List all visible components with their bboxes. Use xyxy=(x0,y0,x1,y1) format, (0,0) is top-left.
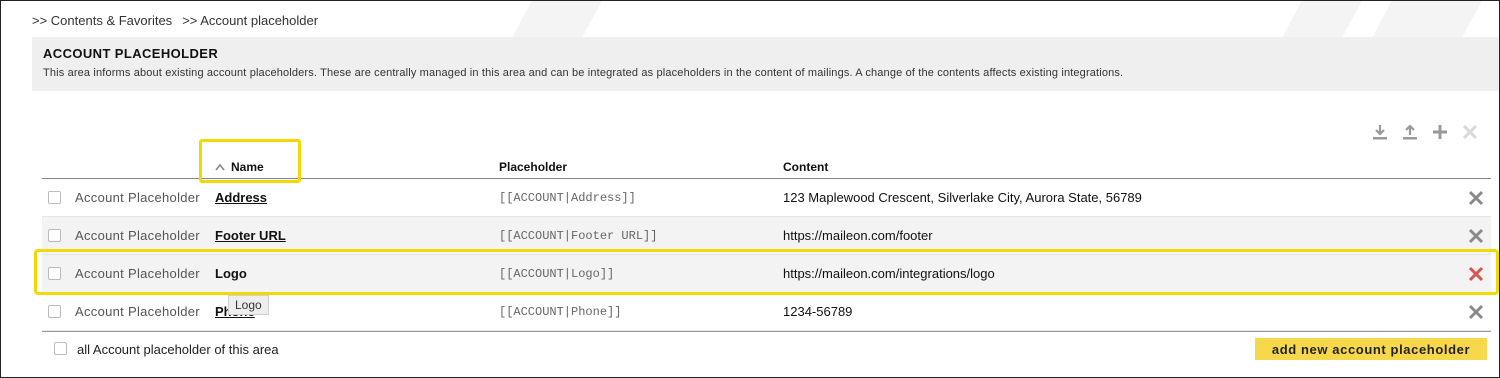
row-placeholder: [[ACCOUNT|Logo]] xyxy=(499,267,615,281)
sort-ascending-icon xyxy=(215,163,225,171)
table-footer: all Account placeholder of this area add… xyxy=(42,331,1491,365)
column-header-placeholder[interactable]: Placeholder xyxy=(499,160,567,174)
background-shape xyxy=(510,1,602,41)
placeholder-table: Name Placeholder Content Account Placeho… xyxy=(42,151,1491,365)
row-placeholder: [[ACCOUNT|Phone]] xyxy=(499,305,622,319)
row-checkbox[interactable] xyxy=(48,229,61,242)
delete-icon[interactable] xyxy=(1467,227,1485,245)
row-content: https://maileon.com/footer xyxy=(783,228,933,243)
row-type: Account Placeholder xyxy=(75,304,200,319)
upload-icon[interactable] xyxy=(1401,123,1419,141)
add-placeholder-button[interactable]: add new account placeholder xyxy=(1255,338,1487,360)
breadcrumb-item-contents-favorites[interactable]: >> Contents & Favorites xyxy=(32,13,172,28)
column-header-name[interactable]: Name xyxy=(215,160,264,174)
select-all-label: all Account placeholder of this area xyxy=(77,342,279,357)
row-checkbox[interactable] xyxy=(48,267,61,280)
column-header-content[interactable]: Content xyxy=(783,160,828,174)
page-description: This area informs about existing account… xyxy=(43,67,1124,79)
row-checkbox[interactable] xyxy=(48,305,61,318)
close-icon[interactable] xyxy=(1461,123,1479,141)
table-row[interactable]: Account Placeholder Logo [[ACCOUNT|Logo]… xyxy=(42,255,1491,293)
background-shape xyxy=(1280,1,1362,41)
background-shape xyxy=(1370,1,1482,41)
row-placeholder: [[ACCOUNT|Footer URL]] xyxy=(499,229,658,243)
delete-icon[interactable] xyxy=(1467,189,1485,207)
delete-icon[interactable] xyxy=(1467,303,1485,321)
column-header-name-label: Name xyxy=(231,160,264,174)
breadcrumb-item-account-placeholder[interactable]: >> Account placeholder xyxy=(182,13,318,28)
table-row[interactable]: Account Placeholder Footer URL [[ACCOUNT… xyxy=(42,217,1491,255)
row-name-link[interactable]: Footer URL xyxy=(215,228,286,243)
info-box: ACCOUNT PLACEHOLDER This area informs ab… xyxy=(32,37,1499,91)
row-type: Account Placeholder xyxy=(75,266,200,281)
row-name-link[interactable]: Logo xyxy=(215,266,247,281)
row-checkbox[interactable] xyxy=(48,191,61,204)
row-content: 1234-56789 xyxy=(783,304,853,319)
row-content: 123 Maplewood Crescent, Silverlake City,… xyxy=(783,190,1142,205)
table-row[interactable]: Account Placeholder Address [[ACCOUNT|Ad… xyxy=(42,179,1491,217)
download-icon[interactable] xyxy=(1371,123,1389,141)
table-header: Name Placeholder Content xyxy=(42,151,1491,179)
page-title: ACCOUNT PLACEHOLDER xyxy=(43,46,219,61)
tooltip: Logo xyxy=(228,295,269,315)
app-frame: >> Contents & Favorites >> Account place… xyxy=(0,0,1500,378)
plus-icon[interactable] xyxy=(1431,123,1449,141)
row-content: https://maileon.com/integrations/logo xyxy=(783,266,995,281)
row-name-link[interactable]: Address xyxy=(215,190,267,205)
select-all-checkbox[interactable] xyxy=(54,342,67,355)
breadcrumb: >> Contents & Favorites >> Account place… xyxy=(32,13,318,28)
row-type: Account Placeholder xyxy=(75,228,200,243)
table-toolbar xyxy=(1371,123,1479,141)
row-type: Account Placeholder xyxy=(75,190,200,205)
row-placeholder: [[ACCOUNT|Address]] xyxy=(499,191,636,205)
delete-icon[interactable] xyxy=(1467,265,1485,283)
